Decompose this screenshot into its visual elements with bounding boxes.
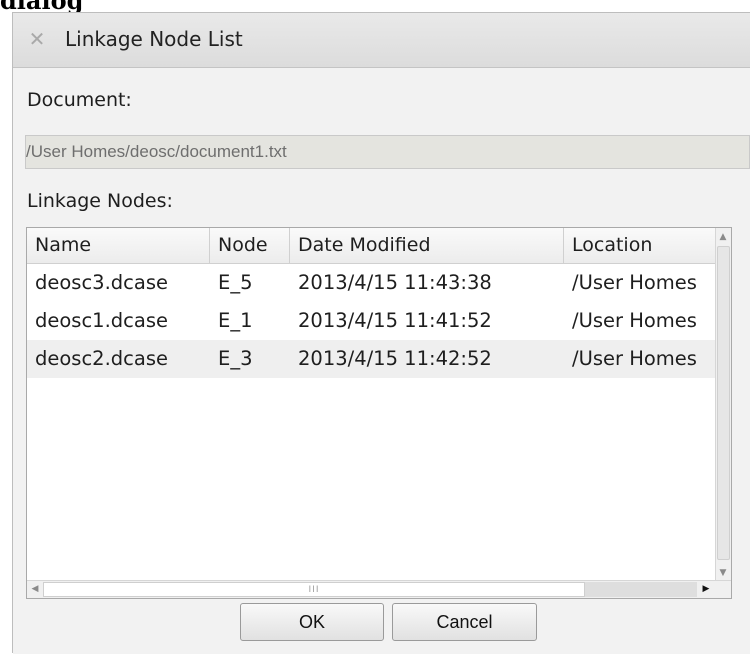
cell-node: E_3 [218, 347, 253, 370]
scroll-down-arrow-icon[interactable]: ▼ [716, 565, 730, 581]
table-row[interactable]: deosc1.dcase E_1 2013/4/15 11:41:52 /Use… [27, 302, 715, 340]
cell-date-modified: 2013/4/15 11:42:52 [298, 347, 492, 370]
vertical-scrollbar[interactable]: ▲ ▼ [715, 228, 731, 582]
column-header-name[interactable]: Name [27, 228, 210, 263]
cell-location: /User Homes [572, 271, 697, 294]
dialog-title: Linkage Node List [65, 27, 243, 51]
table-viewport: Name Node Date Modified Location deosc3.… [27, 228, 715, 582]
linkage-node-list-dialog: ✕ Linkage Node List Document: /User Home… [12, 12, 750, 654]
ok-button[interactable]: OK [240, 603, 384, 641]
close-icon[interactable]: ✕ [25, 27, 49, 51]
cell-node: E_1 [218, 309, 253, 332]
scroll-right-arrow-icon[interactable]: ▶ [699, 581, 713, 597]
cell-node: E_5 [218, 271, 253, 294]
scroll-grip: III [308, 585, 320, 595]
linkage-nodes-label: Linkage Nodes: [27, 190, 173, 212]
vertical-scroll-thumb[interactable] [717, 246, 730, 560]
cancel-button[interactable]: Cancel [392, 603, 537, 641]
table-row[interactable]: deosc2.dcase E_3 2013/4/15 11:42:52 /Use… [27, 340, 715, 378]
column-header-node[interactable]: Node [210, 228, 290, 263]
table-header: Name Node Date Modified Location [27, 228, 715, 264]
horizontal-scroll-track [585, 582, 697, 597]
document-path-field: /User Homes/deosc/document1.txt [25, 135, 750, 169]
scroll-up-arrow-icon[interactable]: ▲ [716, 229, 730, 245]
cell-location: /User Homes [572, 309, 697, 332]
linkage-nodes-table: Name Node Date Modified Location deosc3.… [26, 227, 732, 599]
table-row[interactable]: deosc3.dcase E_5 2013/4/15 11:43:38 /Use… [27, 264, 715, 302]
document-label: Document: [27, 89, 132, 111]
cell-name: deosc3.dcase [35, 271, 168, 294]
cell-location: /User Homes [572, 347, 697, 370]
horizontal-scrollbar[interactable]: ◀ III ▶ [27, 580, 731, 598]
column-header-date-modified[interactable]: Date Modified [290, 228, 564, 263]
column-header-location[interactable]: Location [564, 228, 715, 263]
cell-name: deosc1.dcase [35, 309, 168, 332]
horizontal-scroll-thumb[interactable]: III [43, 582, 585, 597]
cell-name: deosc2.dcase [35, 347, 168, 370]
cell-date-modified: 2013/4/15 11:43:38 [298, 271, 492, 294]
scroll-left-arrow-icon[interactable]: ◀ [28, 581, 42, 597]
cell-date-modified: 2013/4/15 11:41:52 [298, 309, 492, 332]
dialog-titlebar: ✕ Linkage Node List [13, 13, 750, 68]
